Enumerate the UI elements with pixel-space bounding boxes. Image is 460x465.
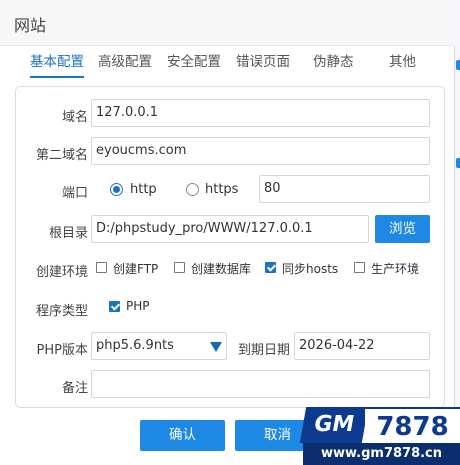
production-env-checkbox[interactable]	[354, 262, 365, 273]
browse-button[interactable]: 浏览	[375, 215, 430, 243]
tab-rewrite[interactable]: 伪静态	[313, 50, 354, 76]
php-version-label: PHP版本	[36, 343, 88, 358]
create-database-label: 创建数据库	[191, 262, 252, 276]
php-checkbox[interactable]	[109, 301, 120, 312]
remark-input[interactable]	[91, 370, 430, 398]
website-dialog: 网站 基本配置 高级配置 安全配置 错误页面 伪静态 其他 域名 127.0.0…	[0, 0, 455, 465]
env-label: 创建环境	[35, 265, 88, 280]
confirm-button[interactable]: 确认	[140, 420, 225, 451]
second-domain-input[interactable]: eyoucms.com	[91, 137, 430, 165]
https-radio[interactable]	[186, 183, 199, 196]
root-dir-label: 根目录	[48, 226, 88, 241]
watermark-url: www.gm7878.cn	[303, 443, 460, 465]
expiry-date-label: 到期日期	[237, 343, 290, 358]
dialog-titlebar: 网站	[0, 0, 455, 46]
create-ftp-checkbox[interactable]	[96, 262, 107, 273]
sync-hosts-checkbox[interactable]	[265, 262, 276, 273]
remark-label: 备注	[61, 381, 88, 396]
domain-input[interactable]: 127.0.0.1	[91, 99, 430, 127]
http-radio[interactable]	[110, 183, 123, 196]
create-database-checkbox[interactable]	[174, 262, 185, 273]
watermark-logo: GM 7878 www.gm7878.cn	[299, 407, 460, 465]
create-ftp-label: 创建FTP	[113, 262, 159, 276]
tab-bar: 基本配置 高级配置 安全配置 错误页面 伪静态 其他	[24, 50, 444, 78]
program-type-label: 程序类型	[35, 304, 88, 319]
tab-basic-config[interactable]: 基本配置	[30, 50, 84, 78]
port-label: 端口	[61, 186, 88, 201]
tab-error-pages[interactable]: 错误页面	[236, 50, 290, 76]
sync-hosts-label: 同步hosts	[282, 262, 339, 276]
php-option-label: PHP	[126, 299, 150, 313]
basic-config-panel: 域名 127.0.0.1 第二域名 eyoucms.com 端口 http ht…	[15, 86, 445, 408]
dialog-title: 网站	[14, 16, 47, 35]
root-dir-input[interactable]: D:/phpstudy_pro/WWW/127.0.0.1	[91, 215, 369, 243]
background-marker	[456, 158, 460, 168]
background-marker	[456, 60, 460, 70]
production-env-label: 生产环境	[371, 262, 420, 276]
watermark-number: 7878	[365, 407, 460, 443]
https-option-label: https	[205, 182, 239, 197]
domain-label: 域名	[61, 110, 88, 125]
expiry-date-input[interactable]: 2026-04-22	[294, 332, 430, 360]
tab-security-config[interactable]: 安全配置	[167, 50, 221, 76]
tab-advanced-config[interactable]: 高级配置	[98, 50, 152, 76]
http-option-label: http	[130, 182, 157, 197]
dropdown-arrow-icon	[210, 342, 222, 352]
watermark-brand: GM	[299, 407, 369, 443]
tab-other[interactable]: 其他	[389, 50, 416, 76]
php-version-select[interactable]: php5.6.9nts	[91, 332, 227, 360]
php-version-value: php5.6.9nts	[96, 338, 174, 353]
second-domain-label: 第二域名	[35, 148, 88, 163]
port-input[interactable]: 80	[259, 175, 430, 203]
